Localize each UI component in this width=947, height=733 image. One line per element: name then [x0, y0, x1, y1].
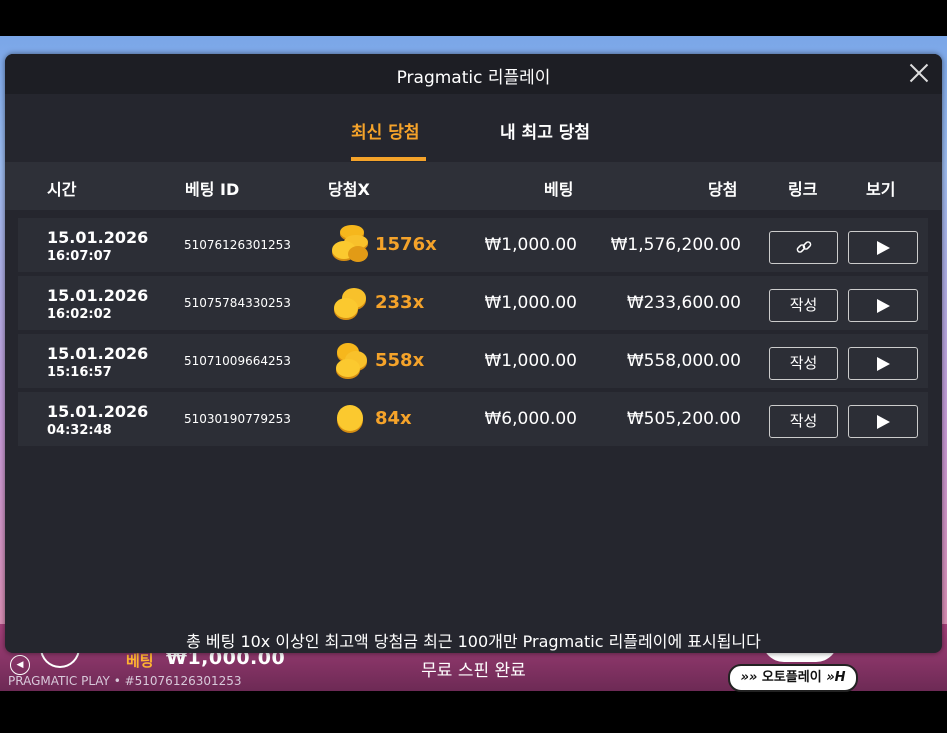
play-icon [877, 241, 890, 255]
replay-view-button[interactable] [848, 289, 918, 322]
row-win: ₩558,000.00 [626, 351, 741, 371]
row-multiplier: 84x [375, 408, 412, 429]
close-icon[interactable] [906, 60, 932, 86]
coin-stack-icon [336, 343, 367, 379]
replay-view-button[interactable] [848, 231, 918, 264]
table-row: 15.01.2026 16:07:07 51076126301253 1576x… [18, 218, 928, 272]
row-date: 15.01.2026 [47, 228, 149, 247]
replay-dialog: Pragmatic 리플레이 최신 당첨 내 최고 당첨 시간 베팅 ID 당첨… [5, 54, 942, 653]
row-multiplier: 558x [375, 350, 425, 371]
replay-view-button[interactable] [848, 405, 918, 438]
replay-view-button[interactable] [848, 347, 918, 380]
autoplay-right-icon: »H [826, 670, 846, 685]
row-bet: ₩1,000.00 [484, 293, 577, 313]
autoplay-button[interactable]: »» 오토플레이 »H [728, 664, 858, 692]
row-multiplier: 1576x [375, 234, 437, 255]
table-header: 시간 베팅 ID 당첨X 베팅 당첨 링크 보기 [5, 162, 942, 210]
link-button[interactable] [769, 231, 838, 264]
col-view: 보기 [866, 180, 896, 199]
row-time: 04:32:48 [47, 423, 112, 438]
row-bet-id: 51071009664253 [184, 354, 291, 368]
row-date: 15.01.2026 [47, 344, 149, 363]
row-bet-id: 51030190779253 [184, 412, 291, 426]
col-win: 당첨 [708, 180, 738, 199]
write-link-button[interactable]: 작성 [769, 347, 838, 380]
row-win: ₩233,600.00 [626, 293, 741, 313]
dialog-header: Pragmatic 리플레이 [5, 54, 942, 94]
table-row: 15.01.2026 15:16:57 51071009664253 558x … [18, 334, 928, 388]
autoplay-label: 오토플레이 [761, 670, 822, 685]
play-icon [877, 357, 890, 371]
col-win-x: 당첨X [328, 180, 370, 199]
table-row: 15.01.2026 16:02:02 51075784330253 233x … [18, 276, 928, 330]
col-bet-id: 베팅 ID [185, 180, 240, 199]
tab-my-best-wins[interactable]: 내 최고 당첨 [500, 118, 590, 143]
dialog-title: Pragmatic 리플레이 [396, 68, 551, 88]
row-bet-id: 51075784330253 [184, 296, 291, 310]
row-date: 15.01.2026 [47, 402, 149, 421]
row-win: ₩1,576,200.00 [610, 235, 741, 255]
autoplay-left-icon: »» [740, 670, 758, 685]
row-win: ₩505,200.00 [626, 409, 741, 429]
row-date: 15.01.2026 [47, 286, 149, 305]
table-row: 15.01.2026 04:32:48 51030190779253 84x ₩… [18, 392, 928, 446]
row-bet-id: 51076126301253 [184, 238, 291, 252]
replay-info-note: 총 베팅 10x 이상인 최고액 당첨금 최근 100개만 Pragmatic … [186, 632, 761, 651]
row-multiplier: 233x [375, 292, 425, 313]
row-time: 16:02:02 [47, 307, 112, 322]
write-link-button[interactable]: 작성 [769, 289, 838, 322]
col-link: 링크 [788, 180, 818, 199]
chain-link-icon [796, 241, 811, 253]
coin-stack-icon [334, 288, 366, 320]
row-bet: ₩6,000.00 [484, 409, 577, 429]
row-bet: ₩1,000.00 [484, 351, 577, 371]
write-link-button[interactable]: 작성 [769, 405, 838, 438]
coin-icon [337, 405, 363, 433]
active-tab-indicator [351, 157, 426, 161]
tab-bar: 최신 당첨 내 최고 당첨 [5, 94, 942, 162]
row-time: 16:07:07 [47, 249, 112, 264]
row-time: 15:16:57 [47, 365, 112, 380]
brand-round-id: PRAGMATIC PLAY • #51076126301253 [8, 674, 242, 688]
play-icon [877, 415, 890, 429]
col-bet: 베팅 [544, 180, 574, 199]
row-bet: ₩1,000.00 [484, 235, 577, 255]
col-time: 시간 [47, 180, 77, 199]
play-icon [877, 299, 890, 313]
coin-stack-icon [332, 225, 368, 262]
tab-latest-wins[interactable]: 최신 당첨 [351, 118, 419, 143]
